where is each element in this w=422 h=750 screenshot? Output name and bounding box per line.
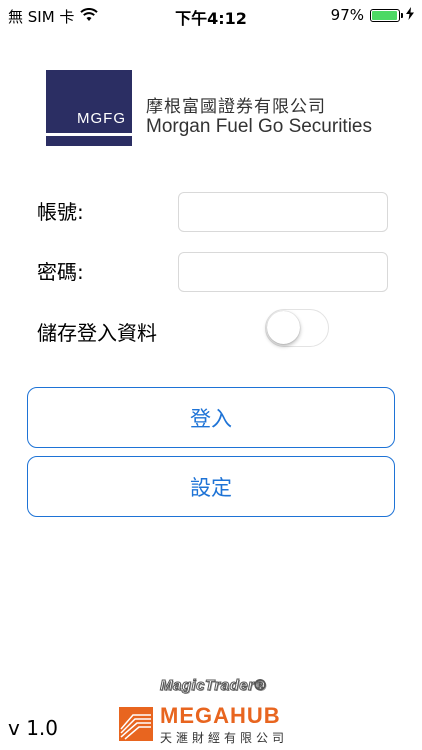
status-bar: 無 SIM 卡 下午4:12 97% <box>0 0 422 30</box>
save-login-label: 儲存登入資料 <box>37 321 157 345</box>
account-input[interactable] <box>178 192 388 232</box>
password-input[interactable] <box>178 252 388 292</box>
megahub-logo-text: MEGAHUB <box>160 703 281 728</box>
logo-text: MGFG <box>77 110 126 127</box>
login-button[interactable]: 登入 <box>27 387 395 448</box>
brand-name-en: Morgan Fuel Go Securities <box>146 116 372 137</box>
battery-fill <box>372 10 398 20</box>
mgfg-logo: MGFG <box>46 70 132 146</box>
battery-icon <box>370 8 403 22</box>
megahub-name-cn: 天滙財經有限公司 <box>160 731 289 745</box>
battery-percent: 97% <box>330 6 364 24</box>
megahub-icon <box>119 707 153 741</box>
toggle-knob <box>267 311 300 344</box>
account-label: 帳號: <box>37 200 84 224</box>
settings-button[interactable]: 設定 <box>27 456 395 517</box>
version-label: v 1.0 <box>8 716 58 740</box>
brand-name-cn: 摩根富國證券有限公司 <box>146 97 326 117</box>
status-right: 97% <box>331 6 414 24</box>
magictrader-logo: MagicTrader® <box>160 677 266 695</box>
charging-icon <box>406 6 414 24</box>
password-label: 密碼: <box>37 260 84 284</box>
save-login-toggle[interactable] <box>265 309 329 347</box>
logo-stripe <box>46 133 132 136</box>
